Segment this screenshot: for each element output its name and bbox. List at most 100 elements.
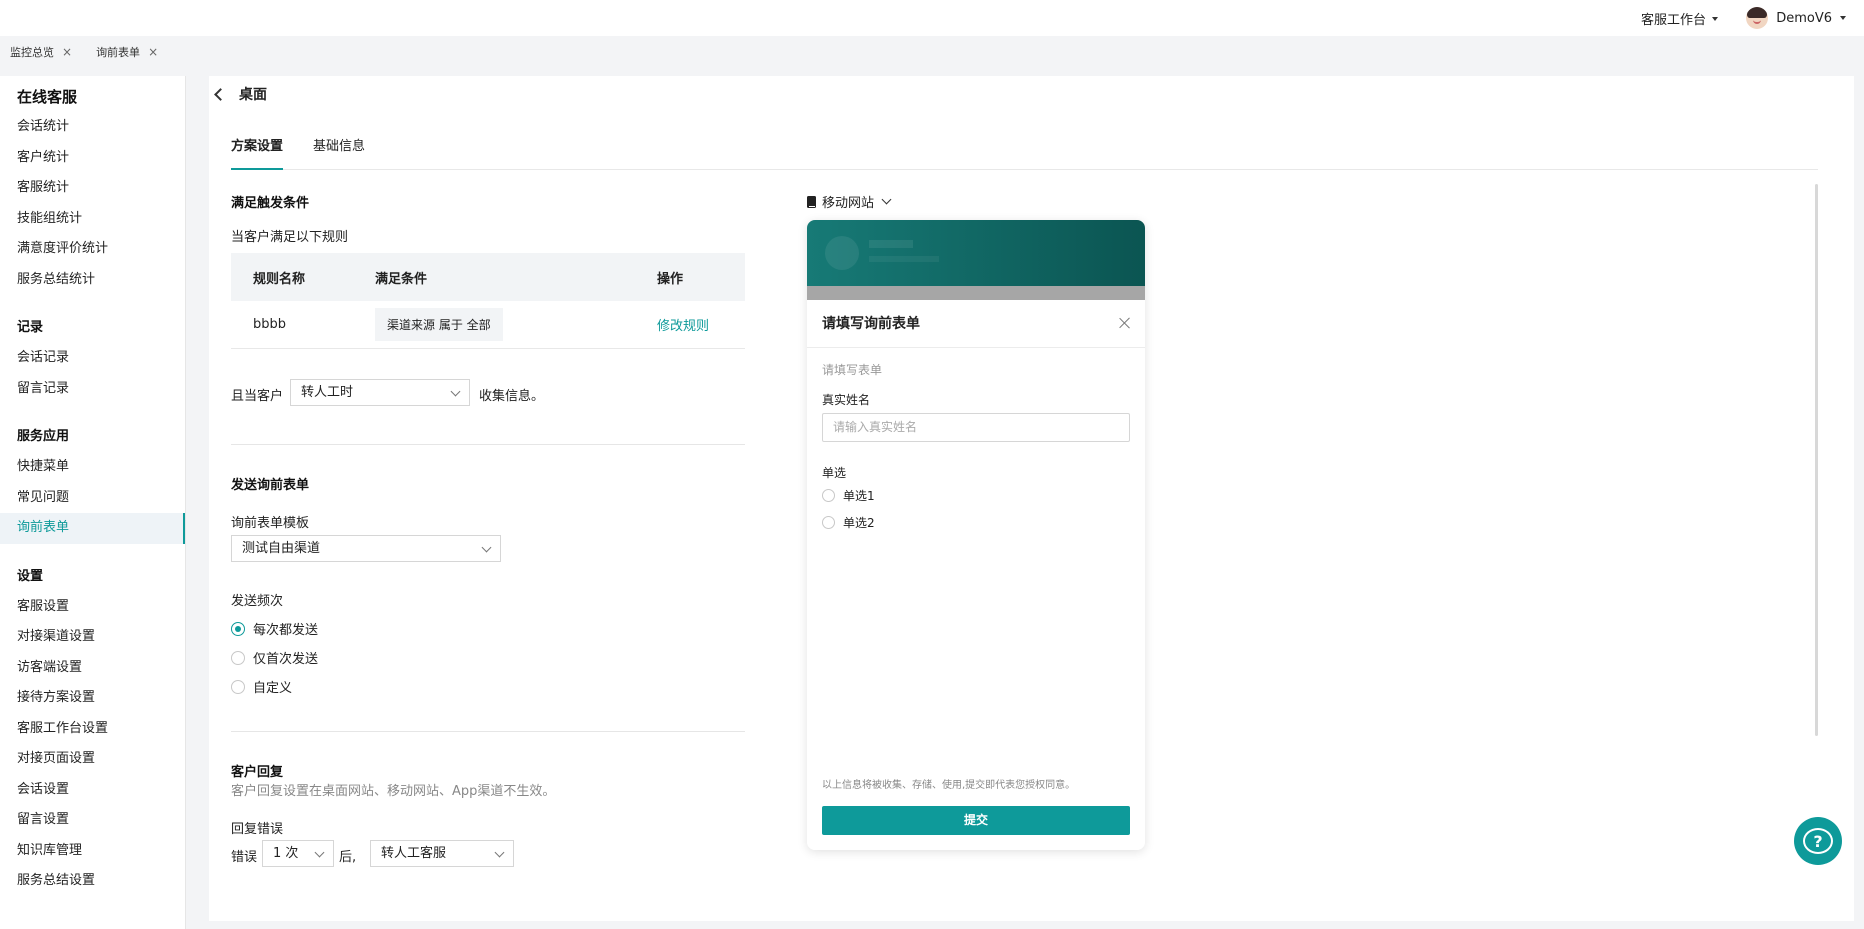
- sidebar-item-visitor-settings[interactable]: 访客端设置: [0, 653, 185, 684]
- close-icon[interactable]: ×: [62, 45, 72, 59]
- radio-custom[interactable]: 自定义: [231, 677, 292, 696]
- page-tab-label: 监控总览: [10, 46, 54, 59]
- edit-rule-link[interactable]: 修改规则: [657, 319, 709, 334]
- mobile-icon: [807, 195, 816, 208]
- column-header-action: 操作: [657, 271, 684, 287]
- chevron-down-icon: [314, 847, 325, 858]
- sidebar-item-session-records[interactable]: 会话记录: [0, 343, 185, 374]
- divider: [231, 444, 745, 445]
- radio-label: 自定义: [253, 681, 293, 696]
- name-field-placeholder: 请输入真实姓名: [833, 420, 918, 434]
- radio-label: 单选1: [843, 489, 875, 503]
- radio-label: 仅首次发送: [253, 652, 319, 667]
- sidebar-item-reception-settings[interactable]: 接待方案设置: [0, 683, 185, 714]
- username: DemoV6: [1776, 10, 1832, 26]
- error-count-select[interactable]: 1 次: [262, 840, 334, 867]
- error-count-value: 1 次: [273, 846, 299, 861]
- radio-unchecked-icon: [822, 516, 835, 529]
- sidebar-item-message-records[interactable]: 留言记录: [0, 374, 185, 405]
- error-action-select[interactable]: 转人工客服: [370, 840, 514, 867]
- sidebar-item-customer-stats[interactable]: 客户统计: [0, 143, 185, 174]
- divider: [231, 731, 745, 732]
- preview-radio-option-1[interactable]: 单选1: [822, 487, 875, 504]
- sidebar-item-quick-menu[interactable]: 快捷菜单: [0, 452, 185, 483]
- close-icon[interactable]: ×: [148, 45, 158, 59]
- sidebar-group-online-service: 在线客服: [17, 88, 78, 106]
- device-label: 移动网站: [822, 196, 875, 211]
- back-button[interactable]: 桌面: [212, 84, 267, 104]
- reply-error-middle: 后,: [339, 850, 357, 865]
- template-select-value: 测试自由渠道: [242, 541, 321, 556]
- page-title: 桌面: [239, 87, 267, 103]
- condition-tag: 渠道来源 属于 全部: [375, 308, 503, 341]
- settings-tabs: 方案设置 基础信息: [231, 130, 1818, 170]
- chevron-down-icon: [494, 847, 505, 858]
- sidebar-item-agent-settings[interactable]: 客服设置: [0, 592, 185, 623]
- when-prefix: 且当客户: [231, 389, 284, 404]
- sidebar-item-agent-stats[interactable]: 客服统计: [0, 173, 185, 204]
- radio-unchecked-icon: [822, 489, 835, 502]
- help-button[interactable]: ?: [1794, 817, 1842, 865]
- when-select-value: 转人工时: [301, 385, 354, 400]
- name-field-label: 真实姓名: [822, 393, 871, 407]
- radio-label: 每次都发送: [253, 623, 319, 638]
- trigger-subtitle: 当客户满足以下规则: [231, 230, 349, 245]
- user-menu[interactable]: DemoV6: [1746, 7, 1846, 29]
- sidebar-item-skillgroup-stats[interactable]: 技能组统计: [0, 204, 185, 235]
- tab-plan-settings[interactable]: 方案设置: [231, 130, 284, 170]
- sidebar-group-settings: 设置: [17, 568, 44, 584]
- preview-overlay: [807, 286, 1145, 300]
- rule-name: bbbb: [253, 317, 287, 332]
- page-tab-label: 询前表单: [96, 46, 141, 59]
- sidebar-item-page-settings[interactable]: 对接页面设置: [0, 744, 185, 775]
- sidebar-item-session-settings[interactable]: 会话设置: [0, 775, 185, 806]
- tab-basic-info[interactable]: 基础信息: [313, 130, 365, 170]
- radio-label: 单选2: [843, 516, 875, 530]
- reply-section-title: 客户回复: [231, 765, 284, 780]
- help-chat-icon: ?: [1803, 828, 1833, 854]
- chevron-down-icon: [481, 542, 492, 553]
- reply-error-label: 回复错误: [231, 822, 284, 837]
- sidebar: 在线客服 会话统计 客户统计 客服统计 技能组统计 满意度评价统计 服务总结统计…: [0, 76, 186, 929]
- avatar: [1746, 7, 1769, 29]
- page-tab-strip: 监控总览 × 询前表单 ×: [0, 36, 1864, 68]
- sidebar-item-knowledge-base[interactable]: 知识库管理: [0, 836, 185, 867]
- sidebar-item-faq[interactable]: 常见问题: [0, 483, 185, 514]
- workspace-label: 客服工作台: [1640, 13, 1706, 28]
- sidebar-item-satisfaction-stats[interactable]: 满意度评价统计: [0, 234, 185, 265]
- template-label: 询前表单模板: [231, 516, 310, 531]
- sidebar-item-summary-stats[interactable]: 服务总结统计: [0, 265, 185, 296]
- page-tab-monitor[interactable]: 监控总览 ×: [10, 44, 72, 60]
- template-select[interactable]: 测试自由渠道: [231, 535, 501, 562]
- radio-every-time[interactable]: 每次都发送: [231, 619, 318, 638]
- workspace-dropdown[interactable]: 客服工作台: [1641, 9, 1718, 28]
- sidebar-group-records: 记录: [17, 320, 44, 335]
- device-dropdown[interactable]: 移动网站: [807, 192, 892, 211]
- close-icon[interactable]: [1119, 317, 1131, 329]
- error-action-value: 转人工客服: [381, 846, 447, 861]
- chevron-down-icon: [450, 386, 461, 397]
- page-tab-preform[interactable]: 询前表单 ×: [96, 44, 158, 60]
- when-select[interactable]: 转人工时: [290, 379, 470, 406]
- sidebar-item-channel-settings[interactable]: 对接渠道设置: [0, 622, 185, 653]
- sidebar-item-workbench-settings[interactable]: 客服工作台设置: [0, 714, 185, 745]
- scrollbar[interactable]: [1815, 184, 1818, 736]
- caret-down-icon: [1712, 16, 1718, 21]
- when-suffix: 收集信息。: [479, 389, 545, 404]
- sidebar-group-apps: 服务应用: [17, 429, 70, 444]
- radio-first-time[interactable]: 仅首次发送: [231, 648, 318, 667]
- sidebar-item-session-stats[interactable]: 会话统计: [0, 112, 185, 143]
- rule-table: 规则名称 满足条件 操作 bbbb 渠道来源 属于 全部 修改规则: [231, 253, 745, 349]
- submit-button[interactable]: 提交: [822, 806, 1130, 835]
- radio-unchecked-icon: [231, 679, 245, 694]
- sidebar-item-preform[interactable]: 询前表单: [0, 513, 185, 544]
- radio-field-label: 单选: [822, 466, 847, 480]
- name-field[interactable]: 请输入真实姓名: [822, 413, 1130, 442]
- table-header: 规则名称 满足条件 操作: [231, 253, 745, 301]
- column-header-condition: 满足条件: [375, 271, 428, 287]
- send-form-section-title: 发送询前表单: [231, 478, 310, 493]
- sidebar-item-summary-settings[interactable]: 服务总结设置: [0, 866, 185, 897]
- sidebar-item-message-settings[interactable]: 留言设置: [0, 805, 185, 836]
- radio-unchecked-icon: [231, 650, 245, 665]
- preview-radio-option-2[interactable]: 单选2: [822, 514, 875, 531]
